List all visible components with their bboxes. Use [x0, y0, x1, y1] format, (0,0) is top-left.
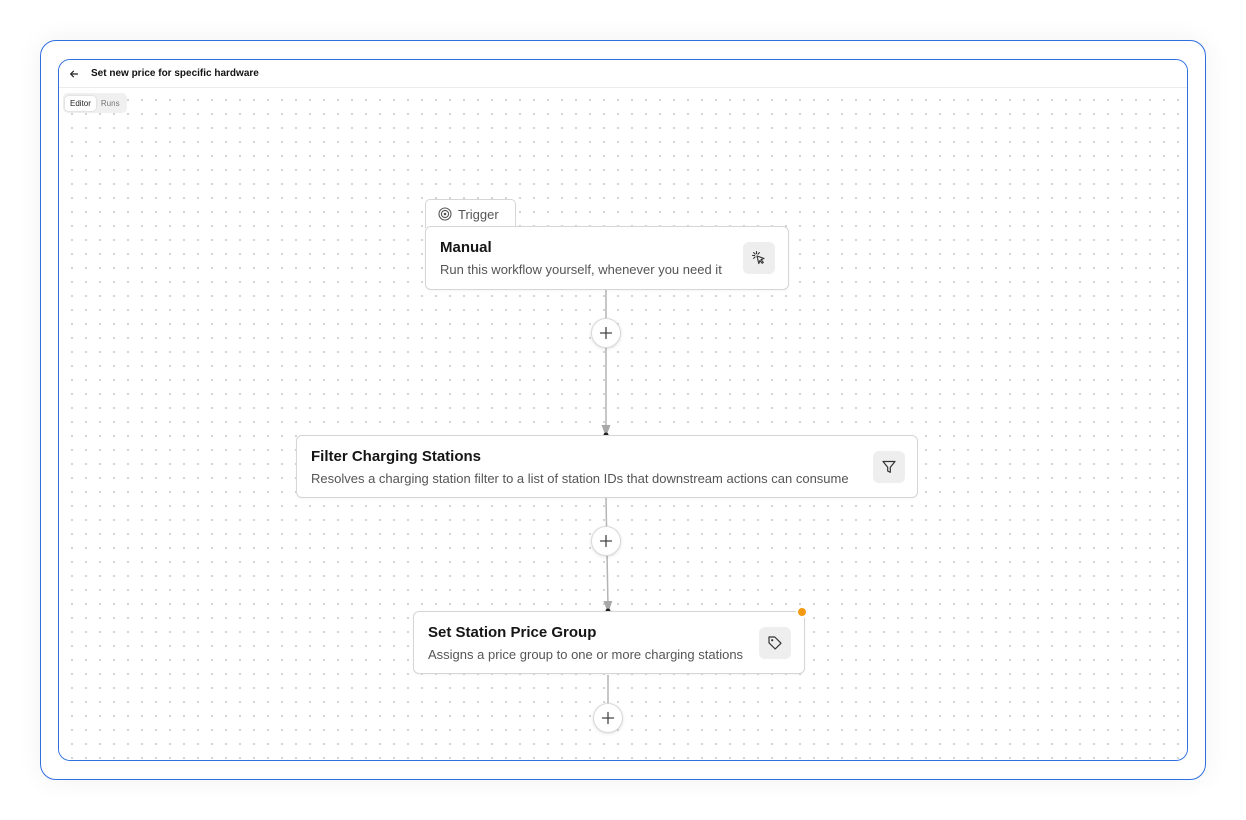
tag-icon	[768, 636, 782, 650]
add-step-button[interactable]	[591, 526, 621, 556]
view-tabs: Editor Runs	[63, 93, 127, 113]
price-group-node-title: Set Station Price Group	[428, 624, 597, 641]
plus-icon	[599, 326, 613, 340]
filter-node-title: Filter Charging Stations	[311, 448, 482, 465]
tab-editor[interactable]: Editor	[65, 95, 96, 111]
action-node-set-station-price-group[interactable]: Set Station Price Group Assigns a price …	[413, 611, 805, 674]
price-group-node-description: Assigns a price group to one or more cha…	[428, 647, 744, 662]
trigger-node-description: Run this workflow yourself, whenever you…	[440, 262, 722, 277]
add-step-button[interactable]	[591, 318, 621, 348]
trigger-label: Trigger	[458, 206, 499, 222]
workflow-canvas[interactable]: Editor Runs Trigger Manual Run this work…	[59, 89, 1187, 760]
target-icon	[438, 207, 452, 221]
funnel-icon	[882, 460, 896, 473]
tab-runs[interactable]: Runs	[96, 96, 125, 111]
workflow-editor-window: Set new price for specific hardware Edit…	[58, 59, 1188, 761]
back-button[interactable]	[67, 67, 81, 81]
price-group-node-icon-box	[759, 627, 791, 659]
plus-icon	[599, 534, 613, 548]
trigger-node-title: Manual	[440, 239, 492, 256]
arrow-left-icon	[70, 70, 79, 77]
warning-status-dot	[796, 606, 808, 618]
pointer-click-icon	[751, 250, 765, 265]
page-title: Set new price for specific hardware	[91, 68, 259, 79]
plus-icon	[601, 711, 615, 725]
filter-node-icon-box	[873, 451, 905, 483]
add-step-button[interactable]	[593, 703, 623, 733]
titlebar: Set new price for specific hardware	[59, 60, 1187, 88]
filter-node-description: Resolves a charging station filter to a …	[311, 471, 849, 486]
trigger-tab: Trigger	[425, 199, 516, 228]
action-node-filter-charging-stations[interactable]: Filter Charging Stations Resolves a char…	[296, 435, 918, 498]
trigger-node-icon-box	[743, 242, 775, 274]
trigger-node-manual[interactable]: Manual Run this workflow yourself, whene…	[425, 226, 789, 290]
